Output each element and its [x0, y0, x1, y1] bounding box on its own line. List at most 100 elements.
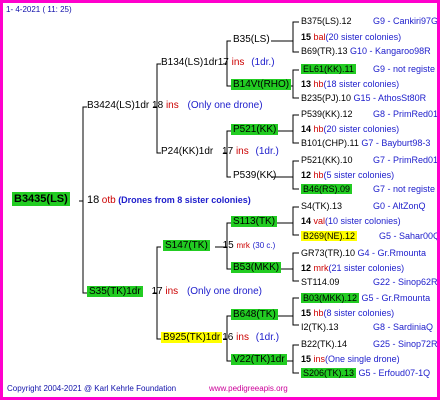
gen2-a-num: 17	[217, 57, 229, 68]
gen3-d1[interactable]: B648(TK)	[231, 309, 278, 320]
gen4-row: P539(KK).12	[301, 109, 353, 119]
ancestor-name[interactable]: P521(KK).10	[301, 155, 353, 165]
ancestor-line: G8 - PrimRed01	[373, 109, 439, 119]
ancestor-name[interactable]: S4(TK).13	[301, 201, 342, 211]
gen4-row: B101(CHP).11 G7 - Bayburt98-3	[301, 138, 430, 148]
gen2-d-code: ins	[236, 332, 249, 343]
gen1-bottom-num: 17	[151, 286, 163, 297]
ancestor-line: G5 - Gr.Rmounta	[361, 293, 431, 303]
gen2-d-note: (1dr.)	[255, 332, 280, 343]
gen4-right: G8 - SardiniaQ	[373, 322, 433, 332]
gen3-c2[interactable]: B53(MKK)	[231, 262, 282, 273]
gen2-b-note: (1dr.)	[255, 146, 279, 157]
gen2-a: B134(LS)1dr17 ins (1dr.)	[161, 57, 275, 68]
ancestor-name[interactable]: B46(RS).09	[301, 184, 353, 194]
gen3-a2[interactable]: B14Vt(RHO)	[231, 79, 292, 90]
gen2-c-code: mrk	[236, 241, 250, 250]
gen4-row: B22(TK).14	[301, 339, 347, 349]
note: (8 sister colonies)	[323, 308, 395, 318]
ancestor-name[interactable]: EL61(KK).11	[301, 64, 356, 74]
ancestor-name[interactable]: B235(PJ).10	[301, 93, 351, 103]
gen3-a1[interactable]: B35(LS)	[233, 34, 270, 45]
ancestor-name[interactable]: B03(MKK).12	[301, 293, 360, 303]
gen2-b-num: 17	[222, 146, 234, 157]
copyright-text: Copyright 2004-2021 @ Karl Kehrle Founda…	[7, 384, 177, 393]
code: hb	[313, 308, 324, 318]
gen2-a-note: (1dr.)	[251, 57, 275, 68]
num: 12	[301, 170, 312, 180]
gen2-b-name[interactable]: P24(KK)1dr	[161, 146, 213, 157]
ancestor-line: G7 - Bayburt98-3	[361, 138, 431, 148]
ancestor-name[interactable]: GR73(TR).10	[301, 248, 355, 258]
ancestor-line: G5 - Sahar00Q	[379, 231, 440, 241]
ancestor-name[interactable]: B375(LS).12	[301, 16, 352, 26]
num: 13	[301, 79, 312, 89]
gen4-right: G9 - Cankiri97G	[373, 16, 437, 26]
gen4-drone-row: 14 hb(20 sister colonies)	[301, 124, 399, 134]
gen4-row: B235(PJ).10 G15 - AthosSt80R	[301, 93, 426, 103]
date-stamp: 1- 4-2021 ( 11: 25)	[6, 5, 72, 14]
note: (20 sister colonies)	[325, 32, 402, 42]
code: hb	[313, 170, 324, 180]
gen4-drone-row: 15 hb(8 sister colonies)	[301, 308, 394, 318]
gen2-b-code: ins	[235, 146, 249, 157]
note: (21 sister colonies)	[328, 263, 405, 273]
ancestor-name[interactable]: B101(CHP).11	[301, 138, 359, 148]
gen3-b1[interactable]: P521(KK)	[231, 124, 279, 135]
gen4-row: B46(RS).09	[301, 184, 353, 194]
num: 14	[301, 124, 312, 134]
gen2-d-name[interactable]: B925(TK)1dr	[161, 332, 223, 343]
gen3-c1[interactable]: S113(TK)	[231, 216, 278, 227]
ancestor-name[interactable]: I2(TK).13	[301, 322, 339, 332]
gen2-c-note: (30 c.)	[252, 241, 276, 250]
ancestor-line: G10 - Kangaroo98R	[350, 46, 431, 56]
ancestor-name[interactable]: B22(TK).14	[301, 339, 347, 349]
ancestor-name[interactable]: S206(TK).13	[301, 368, 357, 378]
gen2-d: B925(TK)1dr 16 ins (1dr.)	[161, 332, 279, 343]
gen4-row: B03(MKK).12 G5 - Gr.Rmounta	[301, 293, 430, 303]
gen1-top-name[interactable]: B3424(LS)1dr	[87, 100, 149, 111]
note: (10 sister colonies)	[325, 216, 401, 226]
gen2-d-num: 16	[222, 332, 234, 343]
num: 15	[301, 308, 312, 318]
code: val	[313, 216, 326, 226]
gen4-right: G7 - PrimRed01	[373, 155, 439, 165]
pedigree-canvas: 1- 4-2021 ( 11: 25) B3435(LS) 18 otb (Dr…	[0, 0, 440, 400]
num: 14	[301, 216, 312, 226]
gen2-a-code: ins	[231, 57, 245, 68]
gen4-row: EL61(KK).11	[301, 64, 356, 74]
ancestor-line: G9 - not registe	[373, 64, 436, 74]
root-queen[interactable]: B3435(LS)	[12, 192, 70, 206]
ancestor-line: G5 - Erfoud07-1Q	[358, 368, 431, 378]
root-num: 18	[87, 194, 100, 206]
code: hb	[313, 79, 324, 89]
code: ins	[313, 354, 326, 364]
gen4-right: G7 - not registe	[373, 184, 435, 194]
gen4-row: I2(TK).13	[301, 322, 339, 332]
gen4-drone-row: 13 hb(18 sister colonies)	[301, 79, 399, 89]
ancestor-name[interactable]: ST114.09	[301, 277, 339, 287]
ancestor-line: G4 - Gr.Rmounta	[357, 248, 427, 258]
gen2-c-name[interactable]: S147(TK)	[163, 240, 210, 251]
root-note: (Drones from 8 sister colonies)	[118, 195, 251, 205]
ancestor-line: G7 - PrimRed01	[373, 155, 439, 165]
gen4-row: ST114.09	[301, 277, 339, 287]
num: 15	[301, 32, 312, 42]
code: hb	[313, 124, 324, 134]
note: (One single drone)	[325, 354, 400, 364]
gen2-a-name[interactable]: B134(LS)1dr	[161, 57, 218, 68]
ancestor-name[interactable]: B269(NE).12	[301, 231, 358, 241]
gen4-drone-row: 12 hb(5 sister colonies)	[301, 170, 394, 180]
gen3-d2[interactable]: V22(TK)1dr	[231, 354, 287, 365]
gen2-c: S147(TK) 15 mrk (30 c.)	[163, 240, 275, 251]
gen3-b2[interactable]: P539(KK)	[233, 170, 276, 181]
gen4-row: S4(TK).13	[301, 201, 342, 211]
ancestor-name[interactable]: B69(TR).13	[301, 46, 348, 56]
gen1-bottom-name[interactable]: S35(TK)1dr	[87, 286, 143, 297]
code: mrk	[313, 263, 329, 273]
gen1-bottom: S35(TK)1dr 17 ins (Only one drone)	[87, 286, 262, 297]
website-link[interactable]: www.pedigreeapis.org	[209, 384, 288, 393]
gen4-row: B269(NE).12	[301, 231, 358, 241]
ancestor-name[interactable]: P539(KK).12	[301, 109, 353, 119]
gen1-top: B3424(LS)1dr 18 ins (Only one drone)	[87, 100, 263, 111]
